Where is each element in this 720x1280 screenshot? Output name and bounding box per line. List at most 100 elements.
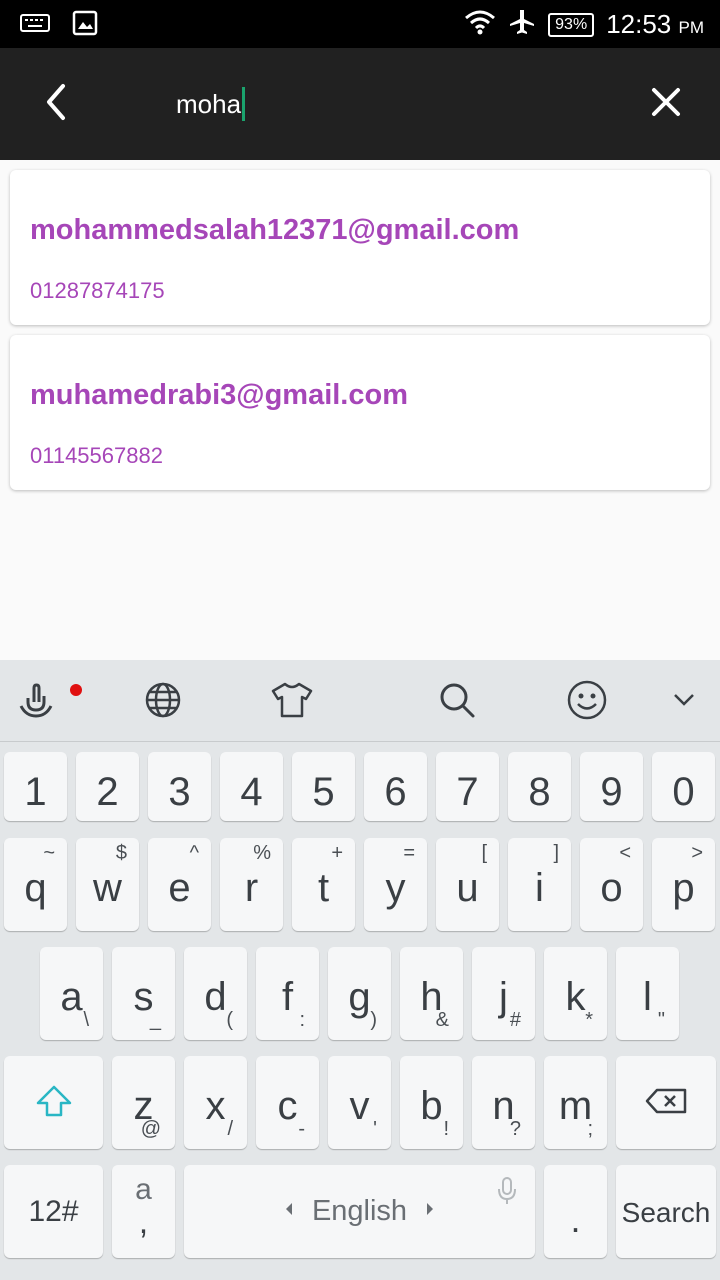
key-j[interactable]: j # bbox=[472, 947, 535, 1040]
globe-icon bbox=[144, 681, 182, 724]
key-alt-symbol: # bbox=[509, 1009, 521, 1031]
space-key[interactable]: English bbox=[184, 1165, 535, 1258]
key-alt-symbol: ! bbox=[443, 1118, 449, 1140]
search-action-key-label: Search bbox=[621, 1197, 711, 1228]
key-2[interactable]: 2 bbox=[76, 752, 139, 821]
key-alt-symbol: % bbox=[253, 842, 271, 864]
key-alt-symbol: ~ bbox=[43, 842, 55, 864]
key-z[interactable]: z @ bbox=[112, 1056, 175, 1149]
back-button[interactable] bbox=[30, 78, 82, 130]
key-i[interactable]: ] i bbox=[508, 838, 571, 931]
microphone-icon bbox=[497, 1177, 517, 1210]
comma-key[interactable]: a , bbox=[112, 1165, 175, 1258]
text-caret bbox=[242, 87, 246, 121]
key-o[interactable]: < o bbox=[580, 838, 643, 931]
key-label: i bbox=[535, 866, 544, 910]
key-y[interactable]: = y bbox=[364, 838, 427, 931]
key-5[interactable]: 5 bbox=[292, 752, 355, 821]
keyboard-search-button[interactable] bbox=[433, 678, 481, 726]
key-s[interactable]: s _ bbox=[112, 947, 175, 1040]
key-e[interactable]: ^ e bbox=[148, 838, 211, 931]
back-arrow-icon bbox=[43, 82, 69, 127]
key-x[interactable]: x / bbox=[184, 1056, 247, 1149]
key-alt-symbol: " bbox=[657, 1009, 665, 1031]
key-l[interactable]: l " bbox=[616, 947, 679, 1040]
clear-search-button[interactable] bbox=[640, 78, 692, 130]
key-alt-symbol: ^ bbox=[189, 842, 199, 864]
key-w[interactable]: $ w bbox=[76, 838, 139, 931]
collapse-keyboard-button[interactable] bbox=[660, 678, 708, 726]
key-alt-symbol: - bbox=[298, 1118, 305, 1140]
key-alt-symbol: [ bbox=[481, 842, 487, 864]
image-icon bbox=[72, 10, 98, 41]
key-k[interactable]: k * bbox=[544, 947, 607, 1040]
language-button[interactable] bbox=[139, 678, 187, 726]
result-card[interactable]: muhamedrabi3@gmail.com 01145567882 bbox=[10, 335, 710, 490]
keyboard-icon bbox=[20, 13, 50, 38]
key-label: 8 bbox=[528, 770, 551, 814]
key-alt-symbol: / bbox=[227, 1118, 233, 1140]
key-f[interactable]: f: bbox=[256, 947, 319, 1040]
key-alt-symbol: ; bbox=[587, 1118, 593, 1140]
key-b[interactable]: b! bbox=[400, 1056, 463, 1149]
shift-key[interactable] bbox=[4, 1056, 103, 1149]
airplane-mode-icon bbox=[508, 8, 536, 41]
key-a[interactable]: a \ bbox=[40, 947, 103, 1040]
key-alt-symbol: & bbox=[435, 1009, 449, 1031]
battery-indicator: 93% bbox=[548, 12, 595, 37]
key-label: 9 bbox=[600, 770, 623, 814]
key-t[interactable]: + t bbox=[292, 838, 355, 931]
key-u[interactable]: [u bbox=[436, 838, 499, 931]
key-0[interactable]: 0 bbox=[652, 752, 715, 821]
key-label: b bbox=[420, 1084, 443, 1128]
key-alt-symbol: $ bbox=[115, 842, 127, 864]
key-label: 4 bbox=[240, 770, 263, 814]
search-query: moha bbox=[176, 88, 242, 119]
key-8[interactable]: 8 bbox=[508, 752, 571, 821]
emoji-button[interactable] bbox=[563, 678, 611, 726]
key-9[interactable]: 9 bbox=[580, 752, 643, 821]
key-label: e bbox=[168, 866, 191, 910]
key-7[interactable]: 7 bbox=[436, 752, 499, 821]
key-alt-symbol: _ bbox=[149, 1009, 161, 1031]
key-h[interactable]: h & bbox=[400, 947, 463, 1040]
key-6[interactable]: 6 bbox=[364, 752, 427, 821]
search-action-key[interactable]: Search bbox=[616, 1165, 716, 1258]
key-n[interactable]: n? bbox=[472, 1056, 535, 1149]
key-d[interactable]: d( bbox=[184, 947, 247, 1040]
key-c[interactable]: c- bbox=[256, 1056, 319, 1149]
result-phone: 01287874175 bbox=[30, 278, 165, 303]
key-1[interactable]: 1 bbox=[4, 752, 67, 821]
key-label: r bbox=[244, 866, 259, 910]
period-key[interactable]: . bbox=[544, 1165, 607, 1258]
key-r[interactable]: % r bbox=[220, 838, 283, 931]
gesture-button[interactable] bbox=[12, 678, 60, 726]
result-email: mohammedsalah12371@gmail.com bbox=[30, 214, 520, 246]
key-label: q bbox=[24, 866, 47, 910]
key-label: u bbox=[456, 866, 479, 910]
backspace-key[interactable] bbox=[616, 1056, 716, 1149]
key-m[interactable]: m; bbox=[544, 1056, 607, 1149]
key-3[interactable]: 3 bbox=[148, 752, 211, 821]
theme-button[interactable] bbox=[268, 678, 316, 726]
hand-touch-icon bbox=[16, 680, 56, 725]
key-4[interactable]: 4 bbox=[220, 752, 283, 821]
symbols-key[interactable]: 12# bbox=[4, 1165, 103, 1258]
result-phone: 01145567882 bbox=[30, 443, 163, 468]
key-q[interactable]: ~ q bbox=[4, 838, 67, 931]
key-label: c bbox=[277, 1084, 298, 1128]
key-v[interactable]: v ' bbox=[328, 1056, 391, 1149]
key-p[interactable]: > p bbox=[652, 838, 715, 931]
result-card[interactable]: mohammedsalah12371@gmail.com 01287874175 bbox=[10, 170, 710, 325]
key-label: o bbox=[600, 866, 623, 910]
key-g[interactable]: g) bbox=[328, 947, 391, 1040]
chevron-down-icon bbox=[672, 692, 696, 713]
search-input[interactable]: moha bbox=[176, 84, 616, 124]
result-email: muhamedrabi3@gmail.com bbox=[30, 379, 408, 411]
key-alt-symbol: \ bbox=[83, 1009, 89, 1031]
key-label: t bbox=[317, 866, 330, 910]
key-label: x bbox=[205, 1084, 226, 1128]
key-label: m bbox=[558, 1084, 593, 1128]
comma-key-label: , bbox=[138, 1203, 149, 1241]
key-alt-symbol: ] bbox=[553, 842, 559, 864]
